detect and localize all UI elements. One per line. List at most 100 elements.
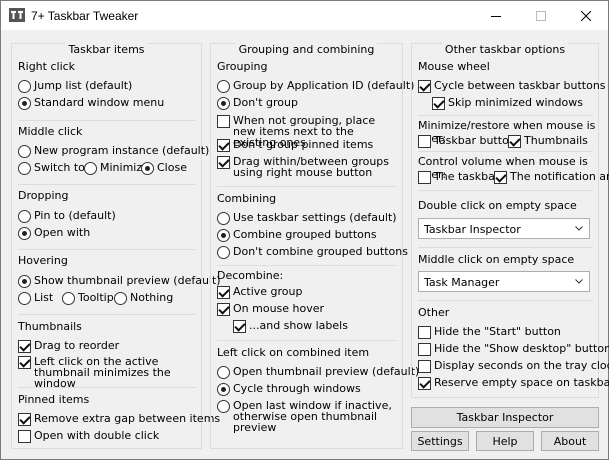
mouse-wheel-cycle-check[interactable]: Cycle between taskbar buttons [418,80,606,93]
radio-indicator[interactable] [217,383,230,396]
radio-indicator[interactable] [18,292,31,305]
checkbox-indicator[interactable] [18,413,31,426]
checkbox-indicator[interactable] [432,97,445,110]
separator [418,247,593,248]
checkbox-indicator[interactable] [217,303,230,316]
radio-indicator[interactable] [18,275,31,288]
hovering-nothing-radio[interactable]: Nothing [114,292,173,305]
radio-indicator[interactable] [217,366,230,379]
radio-indicator[interactable] [217,97,230,110]
radio-indicator[interactable] [18,80,31,93]
decombine-show-labels-check[interactable]: ...and show labels [233,320,348,333]
separator [18,120,196,121]
minimize-restore-thumbnails-check[interactable]: Thumbnails [508,135,588,148]
radio-indicator[interactable] [217,246,230,259]
hide-show-desktop-check[interactable]: Hide the "Show desktop" button [418,343,609,356]
checkbox-indicator[interactable] [217,156,230,169]
dropping-pin-to-radio[interactable]: Pin to (default) [18,210,116,223]
checkbox-indicator[interactable] [217,139,230,152]
checkbox-indicator[interactable] [18,356,31,369]
checkbox-indicator[interactable] [418,360,431,373]
radio-indicator[interactable] [18,145,31,158]
double-click-selected-value: Taskbar Inspector [424,223,521,236]
checkbox-indicator[interactable] [418,326,431,339]
checkbox-indicator[interactable] [418,171,431,184]
radio-indicator[interactable] [18,210,31,223]
decombine-active-group-check[interactable]: Active group [217,286,302,299]
minimize-restore-taskbar-buttons-check[interactable]: Taskbar buttons [418,135,522,148]
combining-use-settings-radio[interactable]: Use taskbar settings (default) [217,212,397,225]
taskbar-inspector-button[interactable]: Taskbar Inspector [411,407,599,428]
mouse-wheel-skip-minimized-check[interactable]: Skip minimized windows [432,97,583,110]
checkbox-indicator[interactable] [508,135,521,148]
radio-indicator[interactable] [217,400,230,413]
hide-start-button-check[interactable]: Hide the "Start" button [418,326,561,339]
help-button[interactable]: Help [476,431,534,451]
checkbox-indicator[interactable] [18,340,31,353]
radio-indicator[interactable] [217,229,230,242]
separator [217,186,397,187]
hovering-thumbnail-preview-radio[interactable]: Show thumbnail preview (default) [18,275,221,288]
combining-dont-combine-radio[interactable]: Don't combine grouped buttons [217,246,408,259]
radio-indicator[interactable] [114,292,127,305]
middle-click-minimize-radio[interactable]: Minimize [84,162,149,175]
reserve-empty-space-check[interactable]: Reserve empty space on taskbar [418,377,609,390]
grouping-dont-group-radio[interactable]: Don't group [217,97,298,110]
other-options-title: Other taskbar options [441,43,569,56]
middle-click-empty-heading: Middle click on empty space [418,253,575,266]
radio-indicator[interactable] [18,227,31,240]
right-click-jump-list-radio[interactable]: Jump list (default) [18,80,132,93]
taskbar-items-title: Taskbar items [65,43,148,56]
hovering-list-radio[interactable]: List [18,292,53,305]
left-click-open-last-window-radio[interactable]: Open last window if inactive, otherwise … [217,400,401,433]
radio-indicator[interactable] [62,292,75,305]
radio-indicator[interactable] [217,212,230,225]
separator [418,190,593,191]
radio-indicator[interactable] [18,97,31,110]
radio-indicator[interactable] [217,80,230,93]
pinned-double-click-check[interactable]: Open with double click [18,430,159,443]
checkbox-indicator[interactable] [418,343,431,356]
close-button[interactable] [563,1,608,30]
middle-click-close-radio[interactable]: Close [141,162,187,175]
minimize-button[interactable] [473,1,518,30]
volume-notification-area-check[interactable]: The notification area [494,171,609,184]
left-click-thumbnail-preview-radio[interactable]: Open thumbnail preview (default) [217,366,419,379]
double-click-action-select[interactable]: Taskbar Inspector [418,218,590,239]
grouping-by-app-id-radio[interactable]: Group by Application ID (default) [217,80,414,93]
radio-indicator[interactable] [84,162,97,175]
checkbox-indicator[interactable] [418,135,431,148]
grouping-combining-title: Grouping and combining [235,43,378,56]
about-button[interactable]: About [541,431,599,451]
hovering-tooltip-radio[interactable]: Tooltip [62,292,114,305]
window-title: 7+ Taskbar Tweaker [31,9,139,23]
checkbox-indicator[interactable] [217,286,230,299]
pinned-remove-gap-check[interactable]: Remove extra gap between items [18,413,220,426]
maximize-button[interactable] [518,1,563,30]
radio-indicator[interactable] [18,162,31,175]
checkbox-indicator[interactable] [418,80,431,93]
display-seconds-check[interactable]: Display seconds on the tray clock [418,360,609,373]
decombine-mouse-hover-check[interactable]: On mouse hover [217,303,324,316]
thumbnails-left-click-minimize-check[interactable]: Left click on the active thumbnail minim… [18,356,196,389]
volume-taskbar-check[interactable]: The taskbar [418,171,499,184]
checkbox-indicator[interactable] [217,115,230,128]
right-click-standard-menu-radio[interactable]: Standard window menu [18,97,164,110]
dropping-open-with-radio[interactable]: Open with [18,227,90,240]
radio-indicator[interactable] [141,162,154,175]
middle-click-switch-to-radio[interactable]: Switch to [18,162,85,175]
thumbnails-drag-reorder-check[interactable]: Drag to reorder [18,340,119,353]
middle-click-empty-action-select[interactable]: Task Manager [418,271,590,292]
separator [418,151,593,152]
middle-click-new-instance-radio[interactable]: New program instance (default) [18,145,209,158]
other-options-group: Other taskbar options Mouse wheel Cycle … [411,43,609,398]
checkbox-indicator[interactable] [18,430,31,443]
combining-combine-radio[interactable]: Combine grouped buttons [217,229,377,242]
checkbox-indicator[interactable] [418,377,431,390]
grouping-dont-group-pinned-check[interactable]: Don't group pinned items [217,139,373,152]
grouping-drag-right-mouse-check[interactable]: Drag within/between groups using right m… [217,156,397,178]
checkbox-indicator[interactable] [233,320,246,333]
settings-button[interactable]: Settings [411,431,469,451]
left-click-cycle-windows-radio[interactable]: Cycle through windows [217,383,361,396]
checkbox-indicator[interactable] [494,171,507,184]
